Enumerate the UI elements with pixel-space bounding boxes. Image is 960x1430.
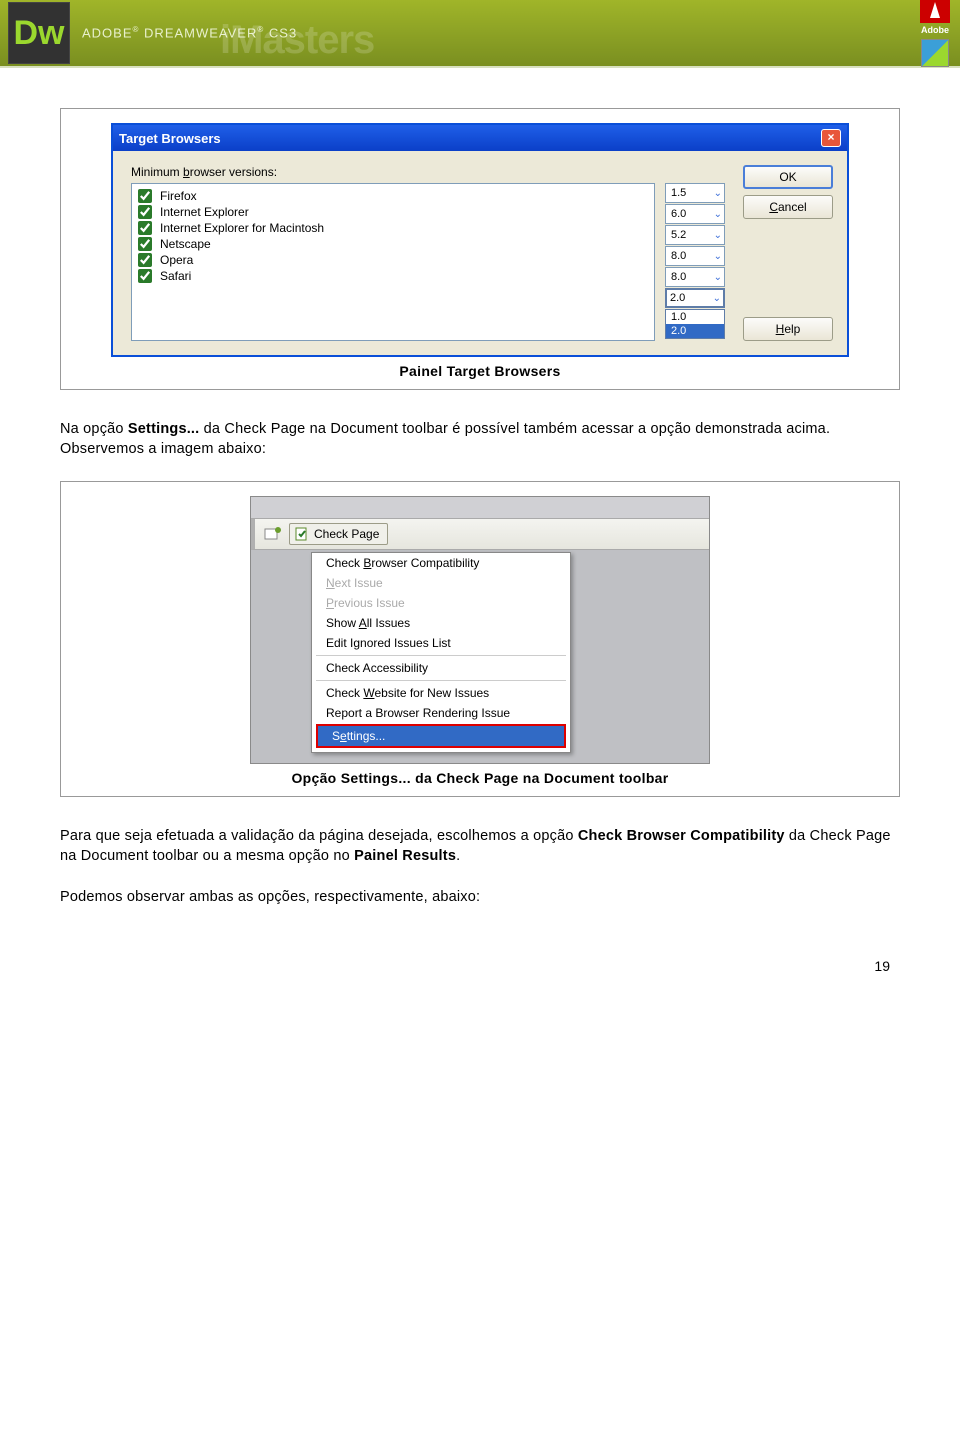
- check-page-button[interactable]: Check Page: [289, 523, 388, 545]
- ok-button[interactable]: OK: [743, 165, 833, 189]
- menu-item[interactable]: Edit Ignored Issues List: [312, 633, 570, 653]
- dropdown-option[interactable]: 1.0: [666, 310, 724, 324]
- chevron-down-icon: ⌄: [714, 251, 722, 262]
- document-toolbar: Check Page: [251, 519, 709, 550]
- version-select[interactable]: 6.0⌄: [665, 204, 725, 224]
- page-number: 19: [60, 958, 900, 974]
- chevron-down-icon: ⌄: [714, 272, 722, 283]
- figure-caption: Painel Target Browsers: [111, 363, 849, 379]
- browser-checkbox[interactable]: [138, 253, 152, 267]
- figure-check-page-menu: Check Page Check Browser Compatibility N…: [60, 481, 900, 797]
- chevron-down-icon: ⌄: [714, 188, 722, 199]
- version-column: 1.5⌄ 6.0⌄ 5.2⌄ 8.0⌄ 8.0⌄ 2.0⌄ 1.0 2.0: [665, 183, 725, 341]
- watermark: iMasters: [220, 18, 374, 63]
- check-page-label: Check Page: [314, 527, 379, 541]
- dw-logo-text: Dw: [14, 14, 65, 53]
- menu-item[interactable]: Check Browser Compatibility: [312, 553, 570, 573]
- menu-item-disabled: Next Issue: [312, 573, 570, 593]
- browser-row: Firefox: [132, 188, 654, 204]
- browser-checkbox[interactable]: [138, 205, 152, 219]
- help-button[interactable]: Help: [743, 317, 833, 341]
- browser-checkbox[interactable]: [138, 269, 152, 283]
- figure-target-browsers: Target Browsers × Minimum browser versio…: [60, 108, 900, 390]
- version-select[interactable]: 2.0⌄: [665, 288, 725, 308]
- menu-separator: [316, 680, 566, 681]
- browser-checkbox[interactable]: [138, 237, 152, 251]
- version-select[interactable]: 8.0⌄: [665, 267, 725, 287]
- toolbar-icon: [263, 525, 283, 543]
- dropdown-option-selected[interactable]: 2.0: [666, 324, 724, 338]
- browser-list: Firefox Internet Explorer Internet Explo…: [131, 183, 655, 341]
- adobe-logo-icon: [920, 0, 950, 23]
- check-page-icon: [294, 526, 310, 542]
- browser-name: Safari: [160, 269, 191, 283]
- menu-item[interactable]: Check Website for New Issues: [312, 683, 570, 703]
- dreamweaver-logo: Dw: [8, 2, 70, 64]
- chevron-down-icon: ⌄: [714, 209, 722, 220]
- dialog-titlebar: Target Browsers ×: [113, 125, 847, 151]
- version-select[interactable]: 8.0⌄: [665, 246, 725, 266]
- adobe-text: Adobe: [920, 25, 950, 35]
- target-browsers-dialog: Target Browsers × Minimum browser versio…: [111, 123, 849, 357]
- browser-checkbox[interactable]: [138, 189, 152, 203]
- version-select[interactable]: 1.5⌄: [665, 183, 725, 203]
- browser-row: Internet Explorer for Macintosh: [132, 220, 654, 236]
- browser-name: Internet Explorer: [160, 205, 249, 219]
- browser-row: Internet Explorer: [132, 204, 654, 220]
- browser-row: Opera: [132, 252, 654, 268]
- menu-item[interactable]: Report a Browser Rendering Issue: [312, 703, 570, 723]
- menu-separator: [316, 655, 566, 656]
- browser-name: Firefox: [160, 189, 197, 203]
- browser-name: Internet Explorer for Macintosh: [160, 221, 324, 235]
- browser-row: Netscape: [132, 236, 654, 252]
- chevron-down-icon: ⌄: [713, 293, 721, 304]
- dialog-title: Target Browsers: [119, 131, 221, 146]
- imasters-cube-icon: [921, 39, 949, 67]
- page-header: Dw ADOBE® DREAMWEAVER® CS3 iMasters Adob…: [0, 0, 960, 68]
- paragraph: Para que seja efetuada a validação da pá…: [60, 827, 900, 866]
- browser-name: Opera: [160, 253, 193, 267]
- browser-checkbox[interactable]: [138, 221, 152, 235]
- menu-item[interactable]: Show All Issues: [312, 613, 570, 633]
- cancel-button[interactable]: Cancel: [743, 195, 833, 219]
- paragraph: Podemos observar ambas as opções, respec…: [60, 888, 900, 908]
- menu-screenshot: Check Page Check Browser Compatibility N…: [250, 496, 710, 764]
- browser-row: Safari: [132, 268, 654, 284]
- browser-name: Netscape: [160, 237, 211, 251]
- version-dropdown-open[interactable]: 1.0 2.0: [665, 309, 725, 339]
- menu-item[interactable]: Check Accessibility: [312, 658, 570, 678]
- adobe-brand: Adobe: [920, 0, 950, 67]
- menu-item-settings[interactable]: Settings...: [318, 726, 564, 746]
- menu-item-disabled: Previous Issue: [312, 593, 570, 613]
- version-select[interactable]: 5.2⌄: [665, 225, 725, 245]
- chevron-down-icon: ⌄: [714, 230, 722, 241]
- menu-item-highlighted: Settings...: [316, 724, 566, 748]
- min-versions-label: Minimum browser versions:: [131, 165, 725, 179]
- close-icon[interactable]: ×: [821, 129, 841, 147]
- check-page-context-menu: Check Browser Compatibility Next Issue P…: [311, 552, 571, 753]
- figure-caption: Opção Settings... da Check Page na Docum…: [111, 770, 849, 786]
- paragraph: Na opção Settings... da Check Page na Do…: [60, 420, 900, 459]
